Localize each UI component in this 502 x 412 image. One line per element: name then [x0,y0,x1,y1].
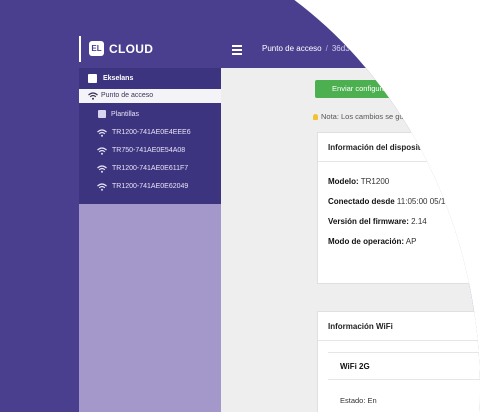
connected-label: Conectado desde [328,197,395,206]
wifi-icon [97,129,107,137]
sidebar-tree: Ekselans Punto de acceso Plantillas TR12… [79,68,221,204]
sidebar-item-label: Plantillas [111,111,140,118]
sidebar-item-label: TR750-741AE0E54A08 [112,147,186,154]
sidebar-item-device[interactable]: TR1200-741AE0E62049 [79,180,221,194]
wifi-icon [97,183,107,191]
sidebar-item-device[interactable]: TR1200-741AE0E611F7 [79,162,221,176]
wifi-icon [97,165,107,173]
save-note-text: Nota: Los cambios se guardan prima [321,112,444,121]
wifi-info-title: Información WiFi [328,322,393,331]
connected-row: Conectado desde 11:05:00 05/12/2025 [328,197,470,206]
device-info-title: Información del dispositivo [328,143,444,152]
main-content: Enviar configuración Nota: Los cambios s… [221,68,480,412]
mode-row: Modo de operación: AP [328,237,416,246]
menu-icon[interactable] [232,45,242,55]
breadcrumb-section[interactable]: Punto de acceso [262,44,322,53]
sidebar-item-device[interactable]: TR1200-741AE0E4EEE6 [79,126,221,140]
logo-text[interactable]: CLOUD [109,42,153,56]
wifi-info-header: Información WiFi [318,312,480,341]
breadcrumb: Punto de acceso/36d363d7aa [262,44,376,53]
sidebar-item-label: TR1200-741AE0E4EEE6 [112,129,191,136]
wifi-2g-title: WiFi 2G [340,362,370,371]
logo-badge[interactable]: EL [89,41,104,56]
wifi-info-card: Información WiFi WiFi 2G Estado: En [317,311,480,412]
sidebar-item-label: Punto de acceso [101,92,154,99]
layers-icon [98,110,106,118]
sidebar-item-templates[interactable]: Plantillas [79,108,221,122]
breadcrumb-device-id: 36d363d7aa [331,44,377,53]
model-label: Modelo: [328,177,359,186]
wifi-2g-section[interactable]: WiFi 2G [328,352,480,380]
sidebar-item-access-point[interactable]: Punto de acceso [79,89,221,103]
mode-label: Modo de operación: [328,237,404,246]
firmware-row: Versión del firmware: 2.14 [328,217,427,226]
sidebar-item-organization[interactable]: Ekselans [79,72,221,86]
status-dot [436,144,444,151]
connected-value: 11:05:00 05/12/2025 [396,197,470,206]
save-note: Nota: Los cambios se guardan prima [313,112,444,121]
wifi-status: Estado: En [340,396,377,405]
mode-value: AP [405,237,417,246]
organization-icon [88,74,97,83]
wifi-icon [97,147,107,155]
organization-label: Ekselans [103,75,134,82]
breadcrumb-separator: / [325,44,328,53]
sidebar-item-label: TR1200-741AE0E611F7 [112,165,189,172]
sidebar-item-device[interactable]: TR750-741AE0E54A08 [79,144,221,158]
device-info-header: Información del dispositivo [318,133,480,162]
app-window: EL CLOUD Punto de acceso/36d363d7aa Ekse… [0,0,480,412]
device-info-title-text: Información del dispositivo [328,143,433,152]
sidebar-item-label: TR1200-741AE0E62049 [112,183,189,190]
wifi-icon [88,92,98,100]
device-info-card: Información del dispositivo Modelo: TR12… [317,132,480,284]
logo-divider [79,36,81,62]
firmware-value: 2.14 [411,217,427,226]
lightbulb-icon [313,114,318,120]
firmware-label: Versión del firmware: [328,217,409,226]
model-value: TR1200 [360,177,390,186]
model-row: Modelo: TR1200 [328,177,389,186]
send-config-button[interactable]: Enviar configuración [315,80,417,98]
